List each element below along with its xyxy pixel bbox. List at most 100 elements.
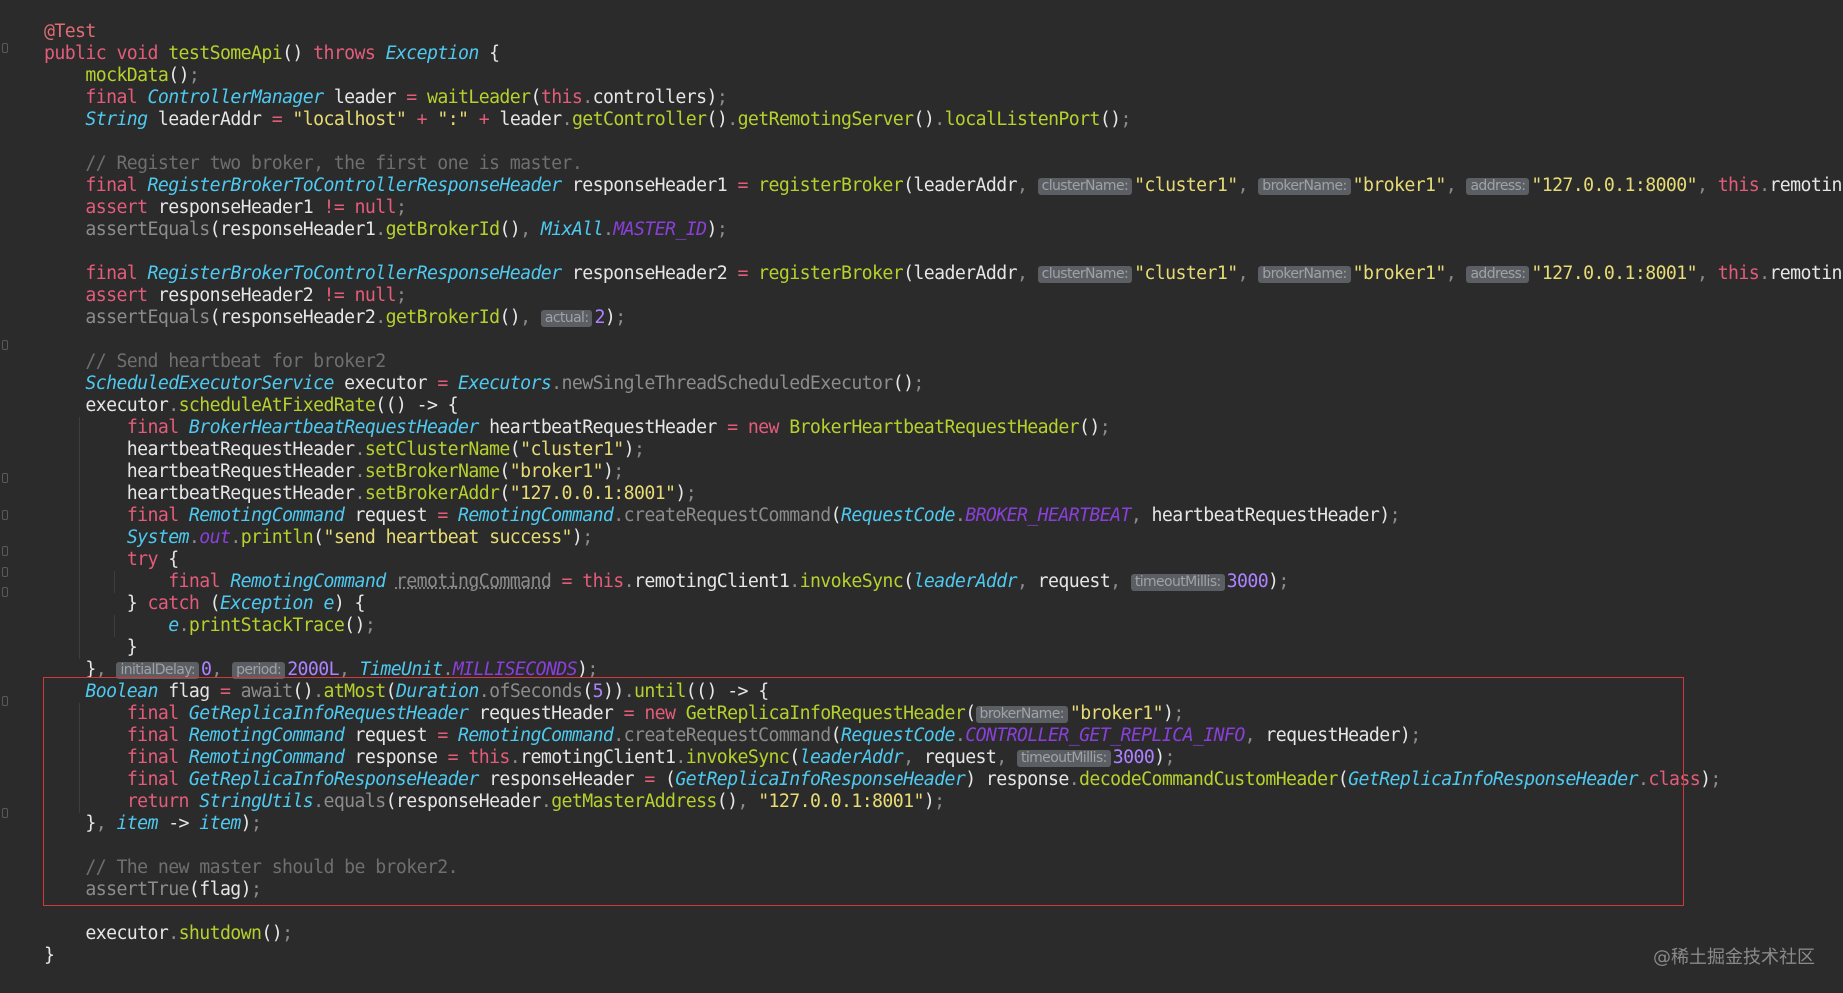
code-line[interactable]: assertEquals(responseHeader1.getBrokerId… [44, 219, 1843, 241]
code-line[interactable]: final GetReplicaInfoResponseHeader respo… [44, 769, 1843, 791]
code-token: BrokerHeartbeatRequestHeader [188, 417, 479, 438]
code-token: setBrokerAddr [364, 483, 500, 504]
code-line[interactable] [44, 901, 1843, 923]
code-line[interactable]: } catch (Exception e) { [44, 593, 1843, 615]
code-line[interactable]: public void testSomeApi() throws Excepti… [44, 43, 1843, 65]
code-token: , [1016, 263, 1038, 284]
code-token: request [923, 747, 997, 768]
code-token: ( [209, 593, 221, 614]
fold-marker-icon[interactable] [2, 587, 8, 597]
code-line[interactable]: final RegisterBrokerToControllerResponse… [44, 175, 1843, 197]
code-token: ; [1278, 571, 1289, 592]
fold-marker-icon[interactable] [2, 567, 8, 577]
parameter-hint: clusterName: [1037, 178, 1133, 195]
code-token: , [95, 659, 117, 680]
fold-marker-icon[interactable] [2, 340, 8, 350]
code-token: remotingClient1 [520, 747, 676, 768]
code-line[interactable]: heartbeatRequestHeader.setBrokerName("br… [44, 461, 1843, 483]
code-token: , [1696, 175, 1718, 196]
code-line[interactable]: assert responseHeader1 != null; [44, 197, 1843, 219]
code-line[interactable]: mockData(); [44, 65, 1843, 87]
fold-marker-icon[interactable] [2, 510, 8, 520]
fold-marker-icon[interactable] [2, 546, 8, 556]
code-token: ) [1268, 571, 1279, 592]
code-line[interactable]: String leaderAddr = "localhost" + ":" + … [44, 109, 1843, 131]
code-line[interactable]: return StringUtils.equals(responseHeader… [44, 791, 1843, 813]
code-token: this [582, 571, 624, 592]
code-token: -> [157, 813, 200, 834]
code-line[interactable]: assertTrue(flag); [44, 879, 1843, 901]
code-token: leader [499, 109, 562, 130]
code-token: getBrokerId [385, 307, 500, 328]
indent-guide [78, 703, 80, 725]
code-line[interactable]: final RemotingCommand remotingCommand = … [44, 571, 1843, 593]
code-line[interactable]: // Send heartbeat for broker2 [44, 351, 1843, 373]
code-token: requestHeader [468, 703, 624, 724]
code-line[interactable]: } [44, 945, 1843, 967]
code-line[interactable]: heartbeatRequestHeader.setBrokerAddr("12… [44, 483, 1843, 505]
code-token: ; [615, 307, 626, 328]
code-line[interactable]: // The new master should be broker2. [44, 857, 1843, 879]
code-token: getMasterAddress [551, 791, 717, 812]
fold-marker-icon[interactable] [2, 473, 8, 483]
code-line[interactable]: final RemotingCommand request = Remoting… [44, 725, 1843, 747]
code-line[interactable]: } [44, 637, 1843, 659]
code-token: ( [582, 681, 593, 702]
code-line[interactable]: heartbeatRequestHeader.setClusterName("c… [44, 439, 1843, 461]
code-token: println [240, 527, 314, 548]
code-line[interactable]: final GetReplicaInfoRequestHeader reques… [44, 703, 1843, 725]
code-token: executor [44, 923, 169, 944]
code-token: = [406, 87, 427, 108]
code-line[interactable]: try { [44, 549, 1843, 571]
indent-guide [78, 615, 80, 637]
code-line[interactable]: final RemotingCommand request = Remoting… [44, 505, 1843, 527]
code-editor[interactable]: @Test public void testSomeApi() throws Ex… [0, 0, 1843, 993]
code-token: = [561, 571, 583, 592]
code-token: leaderAddr [147, 109, 272, 130]
code-token: . [602, 219, 614, 240]
code-line[interactable] [44, 241, 1843, 263]
code-token: StringUtils [199, 791, 314, 812]
code-line[interactable] [44, 131, 1843, 153]
code-line[interactable]: executor.shutdown(); [44, 923, 1843, 945]
code-line[interactable]: executor.scheduleAtFixedRate(() -> { [44, 395, 1843, 417]
code-token: RequestCode [841, 505, 955, 526]
fold-marker-icon[interactable] [2, 43, 8, 53]
code-token: = [219, 681, 241, 702]
code-line[interactable]: ScheduledExecutorService executor = Exec… [44, 373, 1843, 395]
code-token: GetReplicaInfoResponseHeader [1348, 769, 1638, 790]
code-token: + [468, 109, 500, 130]
code-line[interactable]: final ControllerManager leader = waitLea… [44, 87, 1843, 109]
code-token: ( [313, 527, 324, 548]
code-line[interactable]: final BrokerHeartbeatRequestHeader heart… [44, 417, 1843, 439]
code-line[interactable] [44, 329, 1843, 351]
code-line[interactable]: @Test [44, 21, 1843, 43]
code-line[interactable]: // Register two broker, the first one is… [44, 153, 1843, 175]
code-line[interactable]: assert responseHeader2 != null; [44, 285, 1843, 307]
code-token: responseHeader2 [561, 263, 738, 284]
code-area[interactable]: @Test public void testSomeApi() throws Ex… [44, 21, 1843, 967]
code-line[interactable]: final RemotingCommand response = this.re… [44, 747, 1843, 769]
code-token: . [1759, 263, 1770, 284]
code-token: controllers) [592, 87, 718, 108]
code-line[interactable]: System.out.println("send heartbeat succe… [44, 527, 1843, 549]
code-token: . [582, 87, 593, 108]
code-token: atMost [323, 681, 386, 702]
code-token: ; [913, 373, 924, 394]
code-token: responseHeader1 [157, 197, 324, 218]
code-line[interactable]: e.printStackTrace(); [44, 615, 1843, 637]
code-token: until [634, 681, 686, 702]
code-token: RemotingCommand [188, 505, 345, 526]
parameter-hint: address: [1466, 178, 1530, 195]
code-token: ) [240, 813, 252, 834]
code-line[interactable]: final RegisterBrokerToControllerResponse… [44, 263, 1843, 285]
fold-marker-icon[interactable] [2, 696, 8, 706]
code-line[interactable]: assertEquals(responseHeader2.getBrokerId… [44, 307, 1843, 329]
code-line[interactable]: }, initialDelay: 0, period: 2000L, TimeUni… [44, 659, 1843, 681]
code-token: . [1637, 769, 1649, 790]
fold-marker-icon[interactable] [2, 808, 8, 818]
code-line[interactable]: }, item -> item); [44, 813, 1843, 835]
code-line[interactable]: Boolean flag = await().atMost(Duration.o… [44, 681, 1843, 703]
code-line[interactable] [44, 835, 1843, 857]
